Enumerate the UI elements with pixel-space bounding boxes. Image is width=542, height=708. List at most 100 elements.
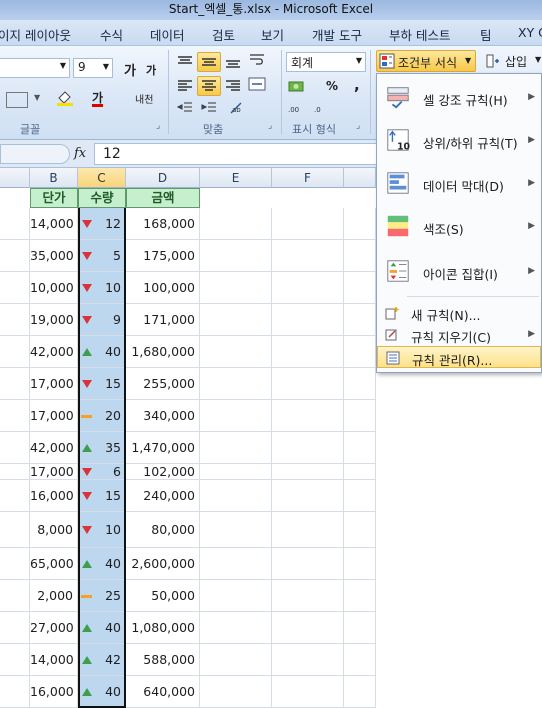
empty-cell[interactable] bbox=[200, 512, 272, 548]
row-cell-partial[interactable] bbox=[0, 464, 30, 480]
conditional-format-button[interactable]: 조건부 서식 ▼ bbox=[376, 50, 476, 72]
empty-cell[interactable] bbox=[272, 208, 344, 240]
price-cell[interactable]: 42,000 bbox=[30, 432, 78, 464]
header-amount[interactable]: 금액 bbox=[126, 188, 200, 208]
amount-cell[interactable]: 102,000 bbox=[126, 464, 200, 480]
row-cell-partial[interactable] bbox=[0, 580, 30, 612]
menu-item-manage-rules[interactable]: 규칙 관리(R)... bbox=[377, 346, 541, 368]
empty-cell[interactable] bbox=[272, 548, 344, 580]
row-cell-partial[interactable] bbox=[0, 208, 30, 240]
empty-cell[interactable] bbox=[200, 612, 272, 644]
tab-developer[interactable]: 개발 도구 bbox=[312, 25, 362, 44]
price-cell[interactable]: 10,000 bbox=[30, 272, 78, 304]
menu-item-new-rule[interactable]: 새 규칙(N)... bbox=[377, 302, 541, 324]
empty-cell[interactable] bbox=[344, 272, 376, 304]
menu-item-clear-rules[interactable]: 규칙 지우기(C) ▶ bbox=[377, 324, 541, 346]
tab-load-test[interactable]: 부하 테스트 bbox=[389, 25, 450, 44]
tab-team[interactable]: 팀 bbox=[480, 25, 492, 44]
menu-item-data-bars[interactable]: 데이터 막대(D) ▶ bbox=[377, 164, 541, 204]
price-cell[interactable]: 19,000 bbox=[30, 304, 78, 336]
empty-cell[interactable] bbox=[200, 304, 272, 336]
empty-cell[interactable] bbox=[344, 548, 376, 580]
column-header-e[interactable]: E bbox=[200, 168, 272, 188]
empty-cell[interactable] bbox=[200, 644, 272, 676]
grow-font-button[interactable]: 가 bbox=[124, 60, 136, 79]
empty-cell[interactable] bbox=[200, 368, 272, 400]
empty-cell[interactable] bbox=[344, 304, 376, 336]
border-button[interactable] bbox=[6, 92, 28, 108]
amount-cell[interactable]: 1,080,000 bbox=[126, 612, 200, 644]
amount-cell[interactable]: 1,470,000 bbox=[126, 432, 200, 464]
empty-cell[interactable] bbox=[200, 676, 272, 708]
header-price[interactable]: 단가 bbox=[30, 188, 78, 208]
percent-button[interactable]: % bbox=[326, 79, 338, 93]
header-quantity[interactable]: 수량 bbox=[78, 188, 126, 208]
tab-xy[interactable]: XY C bbox=[518, 25, 542, 40]
empty-cell[interactable] bbox=[272, 400, 344, 432]
row-cell-partial[interactable] bbox=[0, 240, 30, 272]
price-cell[interactable]: 17,000 bbox=[30, 464, 78, 480]
wrap-text-icon[interactable] bbox=[248, 52, 266, 68]
font-name-box[interactable]: ▼ bbox=[0, 58, 70, 78]
empty-cell[interactable] bbox=[344, 676, 376, 708]
tab-review[interactable]: 검토 bbox=[212, 25, 235, 44]
column-header-f[interactable]: F bbox=[272, 168, 344, 188]
price-cell[interactable]: 16,000 bbox=[30, 480, 78, 512]
empty-cell[interactable] bbox=[272, 676, 344, 708]
empty-cell[interactable] bbox=[200, 240, 272, 272]
row-cell-partial[interactable] bbox=[0, 304, 30, 336]
amount-cell[interactable]: 2,600,000 bbox=[126, 548, 200, 580]
empty-cell[interactable] bbox=[344, 644, 376, 676]
empty-cell[interactable] bbox=[272, 644, 344, 676]
price-cell[interactable]: 65,000 bbox=[30, 548, 78, 580]
price-cell[interactable]: 17,000 bbox=[30, 400, 78, 432]
amount-cell[interactable]: 171,000 bbox=[126, 304, 200, 336]
row-cell-partial[interactable] bbox=[0, 512, 30, 548]
price-cell[interactable]: 42,000 bbox=[30, 336, 78, 368]
empty-cell[interactable] bbox=[344, 432, 376, 464]
tab-formulas[interactable]: 수식 bbox=[100, 25, 123, 44]
font-color-button[interactable]: 가 bbox=[92, 89, 103, 106]
price-cell[interactable]: 14,000 bbox=[30, 208, 78, 240]
empty-cell[interactable] bbox=[200, 400, 272, 432]
formula-input[interactable]: 12 bbox=[94, 143, 384, 165]
font-size-box[interactable]: 9 ▼ bbox=[73, 58, 113, 78]
empty-cell[interactable] bbox=[344, 368, 376, 400]
empty-cell[interactable] bbox=[272, 336, 344, 368]
empty-cell[interactable] bbox=[344, 464, 376, 480]
insert-button[interactable]: 삽입 ▼ bbox=[483, 50, 542, 72]
empty-cell[interactable] bbox=[344, 336, 376, 368]
column-header-c[interactable]: C bbox=[78, 168, 126, 188]
empty-cell[interactable] bbox=[344, 208, 376, 240]
menu-item-top-bottom[interactable]: 10 상위/하위 규칙(T) ▶ bbox=[377, 121, 541, 161]
row-cell-partial[interactable] bbox=[0, 548, 30, 580]
empty-cell[interactable] bbox=[272, 304, 344, 336]
empty-cell[interactable] bbox=[272, 432, 344, 464]
decrease-indent-icon[interactable] bbox=[176, 100, 194, 116]
empty-cell[interactable] bbox=[272, 464, 344, 480]
column-header-d[interactable]: D bbox=[126, 168, 200, 188]
align-bottom-icon[interactable] bbox=[224, 54, 242, 70]
menu-item-color-scales[interactable]: 색조(S) ▶ bbox=[377, 207, 541, 247]
tab-data[interactable]: 데이터 bbox=[150, 25, 185, 44]
row-cell-partial[interactable] bbox=[0, 336, 30, 368]
empty-cell[interactable] bbox=[344, 480, 376, 512]
empty-cell[interactable] bbox=[200, 432, 272, 464]
price-cell[interactable]: 27,000 bbox=[30, 612, 78, 644]
name-box[interactable] bbox=[0, 144, 70, 164]
empty-cell[interactable] bbox=[344, 240, 376, 272]
price-cell[interactable]: 2,000 bbox=[30, 580, 78, 612]
empty-cell[interactable] bbox=[344, 512, 376, 548]
shrink-font-button[interactable]: 가 bbox=[146, 62, 156, 78]
accounting-format-icon[interactable] bbox=[288, 78, 306, 94]
empty-cell[interactable] bbox=[344, 612, 376, 644]
price-cell[interactable]: 8,000 bbox=[30, 512, 78, 548]
amount-cell[interactable]: 80,000 bbox=[126, 512, 200, 548]
insert-function-button[interactable]: fx bbox=[74, 146, 86, 161]
row-cell-partial[interactable] bbox=[0, 272, 30, 304]
column-header-partial[interactable] bbox=[0, 168, 30, 188]
decrease-decimal-icon[interactable]: .0 bbox=[314, 100, 332, 116]
align-right-icon[interactable] bbox=[224, 78, 242, 94]
empty-cell[interactable] bbox=[200, 208, 272, 240]
amount-cell[interactable]: 640,000 bbox=[126, 676, 200, 708]
